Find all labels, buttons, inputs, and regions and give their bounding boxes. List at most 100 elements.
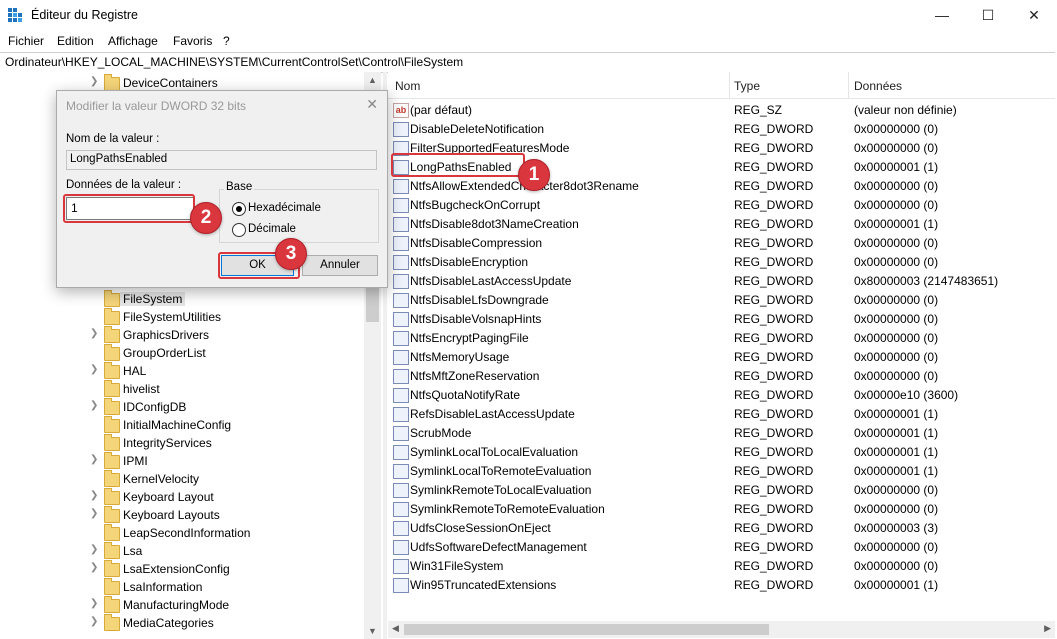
value-row[interactable]: NtfsEncryptPagingFile REG_DWORD 0x00000000… — [388, 328, 1055, 347]
menu-favoris[interactable]: Favoris — [173, 34, 212, 48]
scroll-left-arrow-icon[interactable]: ◀ — [392, 623, 399, 634]
folder-icon — [104, 380, 120, 397]
value-name: NtfsMemoryUsage — [410, 350, 510, 364]
tree-item[interactable]: IntegrityServices — [0, 434, 364, 452]
value-row[interactable]: NtfsDisableLfsDowngrade REG_DWORD 0x000000… — [388, 290, 1055, 309]
value-row[interactable]: NtfsMftZoneReservation REG_DWORD 0x0000000… — [388, 366, 1055, 385]
chevron-right-icon[interactable]: ❯ — [90, 598, 100, 609]
tree-item[interactable]: ❯ HAL — [0, 362, 364, 380]
tree-item[interactable]: KernelVelocity — [0, 470, 364, 488]
tree-item[interactable]: GroupOrderList — [0, 344, 364, 362]
close-window-button[interactable]: ✕ — [1011, 0, 1057, 31]
value-row[interactable]: NtfsMemoryUsage REG_DWORD 0x00000000 (0) — [388, 347, 1055, 366]
folder-icon — [104, 344, 120, 361]
cancel-button[interactable]: Annuler — [302, 255, 378, 276]
tree-item[interactable]: ❯ ManufacturingMode — [0, 596, 364, 614]
value-row[interactable]: NtfsDisableVolsnapHints REG_DWORD 0x000000… — [388, 309, 1055, 328]
value-name: NtfsDisableVolsnapHints — [410, 312, 542, 326]
value-row[interactable]: Win31FileSystem REG_DWORD 0x00000000 (0) — [388, 556, 1055, 575]
chevron-right-icon[interactable]: ❯ — [90, 328, 100, 339]
value-row[interactable]: NtfsBugcheckOnCorrupt REG_DWORD 0x00000000… — [388, 195, 1055, 214]
folder-icon — [104, 524, 120, 541]
folder-icon — [104, 452, 120, 469]
tree-item[interactable]: ❯ Keyboard Layout — [0, 488, 364, 506]
dialog-close-icon[interactable]: ✕ — [366, 96, 378, 113]
chevron-right-icon[interactable]: ❯ — [90, 616, 100, 627]
tree-item[interactable]: FileSystemUtilities — [0, 308, 364, 326]
chevron-right-icon[interactable]: ❯ — [90, 544, 100, 555]
scrollbar-thumb[interactable] — [404, 624, 769, 635]
decimal-radio[interactable] — [232, 223, 246, 237]
menu-fichier[interactable]: Fichier — [8, 34, 44, 48]
tree-item[interactable]: ❯ MediaCategories — [0, 614, 364, 632]
value-name: DisableDeleteNotification — [410, 122, 545, 136]
menu-help[interactable]: ? — [223, 34, 230, 48]
scroll-down-arrow-icon[interactable]: ▼ — [368, 626, 377, 636]
scroll-up-arrow-icon[interactable]: ▲ — [368, 75, 377, 85]
list-horizontal-scrollbar[interactable]: ◀ ▶ — [388, 621, 1055, 638]
value-row[interactable]: SymlinkLocalToLocalEvaluation REG_DWORD 0x… — [388, 442, 1055, 461]
address-bar[interactable]: Ordinateur\HKEY_LOCAL_MACHINE\SYSTEM\Cur… — [0, 52, 1055, 73]
value-type: REG_DWORD — [734, 559, 814, 573]
menu-affichage[interactable]: Affichage — [108, 34, 158, 48]
value-row[interactable]: NtfsDisableCompression REG_DWORD 0x0000000… — [388, 233, 1055, 252]
tree-item-label: LsaInformation — [123, 580, 203, 594]
maximize-button[interactable]: ☐ — [965, 0, 1011, 31]
value-data: 0x00000e10 (3600) — [854, 388, 959, 402]
column-header-type[interactable]: Type — [734, 79, 760, 93]
tree-item[interactable]: ❯ LsaExtensionConfig — [0, 560, 364, 578]
chevron-right-icon[interactable]: ❯ — [90, 76, 100, 87]
value-row[interactable]: DisableDeleteNotification REG_DWORD 0x0000… — [388, 119, 1055, 138]
tree-item[interactable]: ❯ Lsa — [0, 542, 364, 560]
binary-value-icon — [393, 502, 409, 517]
hexadecimal-label[interactable]: Hexadécimale — [248, 202, 321, 214]
chevron-right-icon[interactable]: ❯ — [90, 490, 100, 501]
step-1-badge: 1 — [518, 159, 550, 191]
tree-item[interactable]: ❯ IDConfigDB — [0, 398, 364, 416]
tree-item[interactable]: LeapSecondInformation — [0, 524, 364, 542]
column-separator[interactable] — [848, 72, 849, 98]
column-header-data[interactable]: Données — [854, 79, 902, 93]
column-header-name[interactable]: Nom — [395, 79, 420, 93]
chevron-right-icon[interactable]: ❯ — [90, 364, 100, 375]
value-row[interactable]: NtfsDisableEncryption REG_DWORD 0x00000000… — [388, 252, 1055, 271]
value-row[interactable]: NtfsQuotaNotifyRate REG_DWORD 0x00000e10 (… — [388, 385, 1055, 404]
chevron-right-icon[interactable]: ❯ — [90, 400, 100, 411]
tree-item[interactable]: hivelist — [0, 380, 364, 398]
value-row[interactable]: UdfsCloseSessionOnEject REG_DWORD 0x000000… — [388, 518, 1055, 537]
minimize-button[interactable]: — — [919, 0, 965, 31]
column-separator[interactable] — [729, 72, 730, 98]
decimal-label[interactable]: Décimale — [248, 223, 296, 235]
value-type: REG_DWORD — [734, 350, 814, 364]
value-type: REG_DWORD — [734, 445, 814, 459]
value-row[interactable]: ab (par défaut) REG_SZ (valeur non définie) — [388, 100, 1055, 119]
value-row[interactable]: UdfsSoftwareDefectManagement REG_DWORD 0x0… — [388, 537, 1055, 556]
value-row[interactable]: SymlinkRemoteToLocalEvaluation REG_DWORD 0… — [388, 480, 1055, 499]
tree-item[interactable]: ❯ IPMI — [0, 452, 364, 470]
value-type: REG_DWORD — [734, 521, 814, 535]
value-row[interactable]: NtfsDisableLastAccessUpdate REG_DWORD 0x80… — [388, 271, 1055, 290]
tree-item[interactable]: LsaInformation — [0, 578, 364, 596]
chevron-right-icon[interactable]: ❯ — [90, 508, 100, 519]
highlight-value-data — [63, 194, 195, 223]
tree-item-selected[interactable]: FileSystem — [0, 290, 364, 308]
value-row[interactable]: ScrubMode REG_DWORD 0x00000001 (1) — [388, 423, 1055, 442]
tree-item[interactable]: ❯ Keyboard Layouts — [0, 506, 364, 524]
string-value-icon: ab — [393, 103, 409, 118]
hexadecimal-radio[interactable] — [232, 202, 246, 216]
tree-item[interactable]: ❯ GraphicsDrivers — [0, 326, 364, 344]
menu-edition[interactable]: Edition — [57, 34, 94, 48]
chevron-right-icon[interactable]: ❯ — [90, 562, 100, 573]
value-row[interactable]: Win95TruncatedExtensions REG_DWORD 0x00000… — [388, 575, 1055, 594]
value-row[interactable]: SymlinkLocalToRemoteEvaluation REG_DWORD 0… — [388, 461, 1055, 480]
value-row[interactable]: SymlinkRemoteToRemoteEvaluation REG_DWORD… — [388, 499, 1055, 518]
step-3-badge: 3 — [275, 238, 307, 270]
tree-item-label: LeapSecondInformation — [123, 526, 251, 540]
value-row[interactable]: RefsDisableLastAccessUpdate REG_DWORD 0x00… — [388, 404, 1055, 423]
scroll-right-arrow-icon[interactable]: ▶ — [1044, 623, 1051, 634]
value-row[interactable]: NtfsAllowExtendedCharacter8dot3RenameREG… — [388, 176, 1055, 195]
value-row[interactable]: NtfsDisable8dot3NameCreation REG_DWORD 0x0… — [388, 214, 1055, 233]
value-data: 0x00000000 (0) — [854, 179, 939, 193]
tree-item[interactable]: InitialMachineConfig — [0, 416, 364, 434]
chevron-right-icon[interactable]: ❯ — [90, 454, 100, 465]
